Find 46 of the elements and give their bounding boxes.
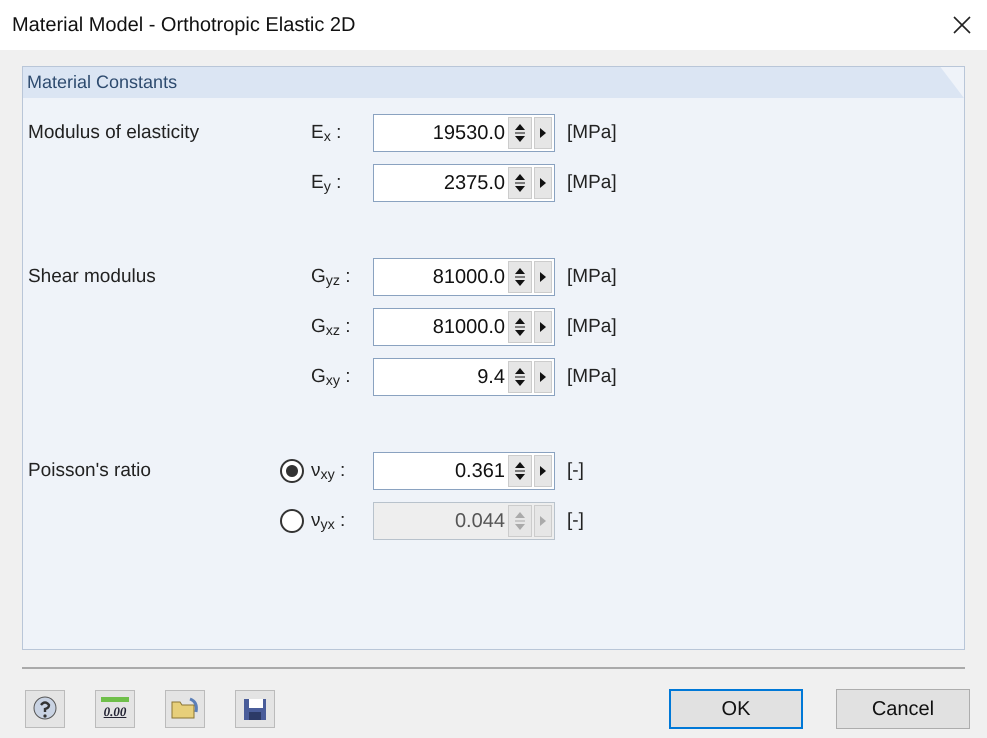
help-button[interactable] xyxy=(25,690,65,728)
unit-label: [MPa] xyxy=(567,314,617,339)
caret-icon[interactable] xyxy=(534,455,552,487)
dialog-button[interactable]: Cancel xyxy=(836,689,970,729)
caret-icon[interactable] xyxy=(534,361,552,393)
caret-icon[interactable] xyxy=(534,167,552,199)
close-icon xyxy=(952,15,972,35)
save-button[interactable] xyxy=(235,690,275,728)
caret-icon[interactable] xyxy=(534,117,552,149)
spin-icon[interactable] xyxy=(508,361,532,393)
spin-field[interactable]: 81000.0 xyxy=(373,258,555,296)
caret-icon[interactable] xyxy=(534,261,552,293)
spin-icon[interactable] xyxy=(508,311,532,343)
section-header: Material Constants xyxy=(23,67,964,98)
spin-icon[interactable] xyxy=(508,261,532,293)
unit-label: [MPa] xyxy=(567,170,617,195)
spin-field[interactable]: 0.361 xyxy=(373,452,555,490)
symbol-label: ν$_{xy}$ : xyxy=(311,458,346,486)
symbol-label: E$_{x}$ : xyxy=(311,120,342,148)
symbol-label: G$_{xz}$ : xyxy=(311,314,352,342)
spin-field[interactable]: 9.4 xyxy=(373,358,555,396)
radio-button[interactable] xyxy=(280,459,304,483)
group-label: Shear modulus xyxy=(28,265,157,289)
group-label: Poisson's ratio xyxy=(28,459,152,483)
unit-label: [MPa] xyxy=(567,264,617,289)
decimal-button[interactable]: 0.00 xyxy=(95,690,135,728)
spin-icon[interactable] xyxy=(508,455,532,487)
symbol-label: G$_{xy}$ : xyxy=(311,364,352,392)
spin-field[interactable]: 19530.0 xyxy=(373,114,555,152)
symbol-label: E$_{y}$ : xyxy=(311,170,342,198)
symbol-label: ν$_{yx}$ : xyxy=(311,508,346,536)
dialog-button[interactable]: OK xyxy=(669,689,803,729)
unit-label: [MPa] xyxy=(567,120,617,145)
group-label: Modulus of elasticity xyxy=(28,121,200,145)
spin-field[interactable]: 81000.0 xyxy=(373,308,555,346)
unit-label: [-] xyxy=(567,508,584,533)
spin-field[interactable]: 2375.0 xyxy=(373,164,555,202)
open-button[interactable] xyxy=(165,690,205,728)
decimal-label: 0.00 xyxy=(104,702,126,721)
unit-label: [-] xyxy=(567,458,584,483)
window-title: Material Model - Orthotropic Elastic 2D xyxy=(12,13,356,38)
spin-icon[interactable] xyxy=(508,167,532,199)
symbol-label: G$_{yz}$ : xyxy=(311,264,352,292)
unit-label: [MPa] xyxy=(567,364,617,389)
caret-icon[interactable] xyxy=(534,311,552,343)
spin-icon[interactable] xyxy=(508,117,532,149)
